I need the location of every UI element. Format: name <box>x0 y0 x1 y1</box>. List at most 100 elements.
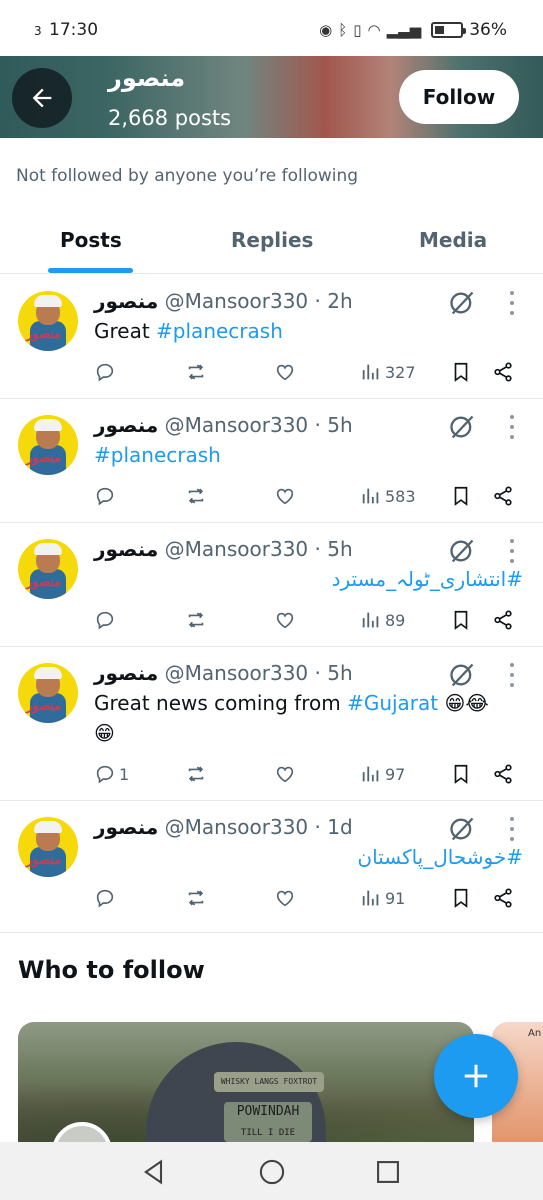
card-patch-top: WHISKY LANGS FOXTROT <box>214 1072 324 1092</box>
like-button[interactable] <box>274 759 296 789</box>
post-item[interactable]: منصور منصور @Mansoor330 · 2h Great #plan… <box>0 275 543 399</box>
avatar[interactable]: منصور <box>18 415 78 475</box>
profile-tabs: Posts Replies Media <box>0 212 543 274</box>
reply-button[interactable] <box>94 357 119 387</box>
post-text: #انتشاری_ٹولہ_مسترد <box>332 564 523 594</box>
post-item[interactable]: منصور منصور @Mansoor330 · 1d #خوشحال_پاک… <box>0 801 543 933</box>
avatar[interactable]: منصور <box>18 291 78 351</box>
repost-button[interactable] <box>185 605 207 635</box>
grok-icon[interactable] <box>448 815 476 843</box>
post-handle: @Mansoor330 · 5h <box>164 661 353 685</box>
suggested-account-card[interactable]: WHISKY LANGS FOXTROT POWINDAH TILL I DIE <box>18 1022 474 1152</box>
avatar[interactable]: منصور <box>18 663 78 723</box>
views-button[interactable]: 97 <box>360 759 405 789</box>
share-button[interactable] <box>492 883 514 913</box>
hashtag-link[interactable]: #planecrash <box>156 319 283 343</box>
post-handle: @Mansoor330 · 2h <box>164 289 353 313</box>
nav-recents-icon[interactable] <box>374 1158 402 1186</box>
grok-icon[interactable] <box>448 661 476 689</box>
grok-icon[interactable] <box>448 289 476 317</box>
card-patch-main-text: POWINDAH <box>236 1104 300 1119</box>
post-header: منصور @Mansoor330 · 1d <box>94 815 353 839</box>
hashtag-link[interactable]: #Gujarat <box>347 691 438 715</box>
views-icon <box>362 612 379 628</box>
like-button[interactable] <box>274 357 296 387</box>
repost-icon <box>188 766 204 782</box>
compose-post-button[interactable] <box>434 1034 518 1118</box>
grok-icon[interactable] <box>448 537 476 565</box>
reply-button[interactable] <box>94 605 119 635</box>
follow-button[interactable]: Follow <box>399 70 519 124</box>
more-options-icon[interactable] <box>506 817 518 841</box>
repost-button[interactable] <box>185 481 207 511</box>
like-button[interactable] <box>274 481 296 511</box>
post-handle: @Mansoor330 · 1d <box>164 815 353 839</box>
post-item[interactable]: منصور منصور @Mansoor330 · 5h Great news … <box>0 647 543 801</box>
post-header: منصور @Mansoor330 · 2h <box>94 289 353 313</box>
bookmark-button[interactable] <box>450 883 472 913</box>
vibrate-icon: ▯ <box>353 21 362 39</box>
repost-button[interactable] <box>185 883 207 913</box>
reply-button[interactable] <box>94 883 119 913</box>
back-button[interactable] <box>12 68 72 128</box>
bookmark-button[interactable] <box>450 481 472 511</box>
nav-home-icon[interactable] <box>258 1158 286 1186</box>
bookmark-icon <box>454 610 468 630</box>
nav-back-icon[interactable] <box>140 1158 168 1186</box>
like-button[interactable] <box>274 883 296 913</box>
more-options-icon[interactable] <box>506 539 518 563</box>
post-author-name[interactable]: منصور <box>94 815 158 839</box>
tab-media[interactable]: Media <box>419 228 487 252</box>
post-item[interactable]: منصور منصور @Mansoor330 · 5h #planecrash… <box>0 399 543 523</box>
views-button[interactable]: 327 <box>360 357 416 387</box>
tab-replies[interactable]: Replies <box>231 228 313 252</box>
share-icon <box>494 610 512 630</box>
share-button[interactable] <box>492 605 514 635</box>
share-button[interactable] <box>492 481 514 511</box>
bookmark-button[interactable] <box>450 605 472 635</box>
share-icon <box>494 362 512 382</box>
repost-button[interactable] <box>185 357 207 387</box>
repost-button[interactable] <box>185 759 207 789</box>
hashtag-link[interactable]: #انتشاری_ٹولہ_مسترد <box>332 567 523 591</box>
reply-icon <box>96 611 114 630</box>
views-button[interactable]: 89 <box>360 605 405 635</box>
hashtag-link[interactable]: #خوشحال_پاکستان <box>357 845 523 869</box>
view-count: 89 <box>385 610 406 630</box>
avatar[interactable]: منصور <box>18 539 78 599</box>
more-options-icon[interactable] <box>506 291 518 315</box>
hashtag-link[interactable]: #planecrash <box>94 443 221 467</box>
post-actions: 1 97 <box>0 759 543 789</box>
bookmark-button[interactable] <box>450 357 472 387</box>
more-options-icon[interactable] <box>506 415 518 439</box>
tab-posts[interactable]: Posts <box>60 228 122 252</box>
post-author-name[interactable]: منصور <box>94 289 158 313</box>
bluetooth-icon: ᛒ <box>338 21 348 39</box>
post-author-name[interactable]: منصور <box>94 537 158 561</box>
bookmark-icon <box>454 888 468 908</box>
views-icon <box>362 488 379 504</box>
view-count: 583 <box>385 486 416 506</box>
more-options-icon[interactable] <box>506 663 518 687</box>
avatar[interactable]: منصور <box>18 817 78 877</box>
post-emoji: 😁😂 <box>438 691 489 715</box>
views-button[interactable]: 91 <box>360 883 405 913</box>
share-button[interactable] <box>492 357 514 387</box>
reply-button[interactable] <box>94 481 119 511</box>
reply-button[interactable]: 1 <box>94 759 129 789</box>
reply-icon <box>96 363 114 382</box>
post-author-name[interactable]: منصور <box>94 413 158 437</box>
post-header: منصور @Mansoor330 · 5h <box>94 413 353 437</box>
status-icons: ◉ ᛒ ▯ ◠ ▂▃▅ 36% <box>319 20 507 40</box>
profile-name: منصور <box>108 64 186 92</box>
grok-icon[interactable] <box>448 413 476 441</box>
post-author-name[interactable]: منصور <box>94 661 158 685</box>
post-item[interactable]: منصور منصور @Mansoor330 · 5h #انتشاری_ٹو… <box>0 523 543 647</box>
bookmark-button[interactable] <box>450 759 472 789</box>
notification-count: 3 <box>34 24 42 38</box>
wifi-icon: ◠ <box>367 21 381 39</box>
share-button[interactable] <box>492 759 514 789</box>
like-button[interactable] <box>274 605 296 635</box>
views-button[interactable]: 583 <box>360 481 416 511</box>
post-text: #planecrash <box>94 440 221 470</box>
